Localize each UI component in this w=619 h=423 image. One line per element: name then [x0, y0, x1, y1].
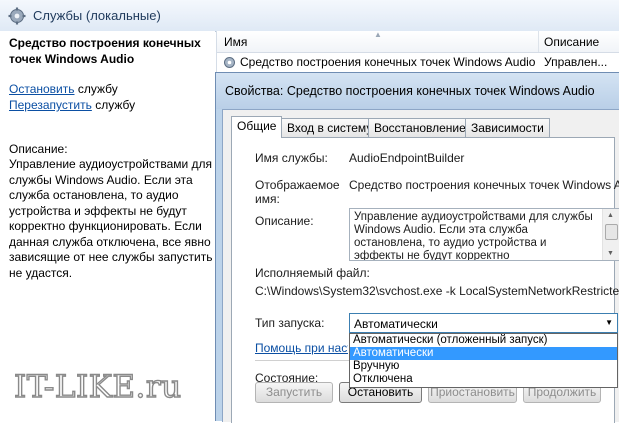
description-heading: Описание:	[9, 142, 68, 156]
description-box[interactable]: Управление аудиоустройствами для службы …	[349, 208, 619, 261]
stop-service-link[interactable]: Остановить	[9, 82, 75, 96]
column-separator[interactable]	[538, 31, 539, 52]
chevron-down-icon[interactable]: ▼	[605, 318, 613, 327]
gear-icon	[8, 7, 26, 25]
startup-help-link[interactable]: Помощь при настройке параметров запуска …	[255, 341, 348, 355]
services-title: Службы (локальные)	[33, 8, 161, 23]
dialog-titlebar[interactable]: Свойства: Средство построения конечных т…	[216, 73, 619, 109]
dialog-body: Общие Вход в систему Восстановление Зави…	[222, 109, 619, 423]
row-service-name: Средство построения конечных точек Windo…	[240, 55, 536, 69]
description-label: Описание:	[255, 214, 314, 228]
restart-service-action: Перезапустить службу	[9, 97, 135, 113]
executable-label: Исполняемый файл:	[255, 266, 370, 280]
restart-service-suffix: службу	[91, 98, 136, 112]
option-manual[interactable]: Вручную	[350, 360, 617, 373]
service-details-pane: Средство построения конечных точек Windo…	[0, 31, 215, 420]
tab-logon[interactable]: Вход в систему	[281, 118, 379, 137]
stop-service-action: Остановить службу	[9, 81, 118, 97]
row-service-description: Управлен...	[544, 55, 608, 69]
option-auto[interactable]: Автоматически	[350, 347, 617, 360]
sort-arrow-icon: ▲	[374, 30, 382, 39]
tab-recovery[interactable]: Восстановление	[368, 118, 472, 137]
site-watermark: IT-LIKE.ru	[13, 368, 182, 405]
column-header-description[interactable]: Описание	[544, 35, 599, 49]
restart-service-link[interactable]: Перезапустить	[9, 98, 92, 112]
scroll-down-icon[interactable]: ▼	[607, 250, 614, 257]
service-name-label: Имя службы:	[255, 151, 328, 165]
executable-path: C:\Windows\System32\svchost.exe -k Local…	[255, 284, 619, 298]
column-headers: ▲ Имя Описание	[217, 30, 619, 53]
selected-service-name: Средство построения конечных точек Windo…	[9, 36, 201, 66]
startup-type-value: Автоматически	[354, 317, 438, 331]
dialog-title: Свойства: Средство построения конечных т…	[225, 84, 595, 98]
description-scrollbar[interactable]: ▲ ▼	[602, 209, 619, 260]
scroll-up-icon[interactable]: ▲	[607, 212, 614, 219]
option-disabled[interactable]: Отключена	[350, 373, 617, 386]
startup-type-label: Тип запуска:	[255, 316, 325, 330]
table-row[interactable]: Средство построения конечных точек Windo…	[217, 53, 619, 72]
tab-dependencies[interactable]: Зависимости	[465, 118, 550, 137]
scroll-thumb[interactable]	[605, 224, 618, 240]
general-tab-panel: Имя службы: AudioEndpointBuilder Отображ…	[231, 137, 619, 423]
properties-dialog: Свойства: Средство построения конечных т…	[215, 72, 619, 423]
tab-general[interactable]: Общие	[231, 116, 283, 138]
description-box-text: Управление аудиоустройствами для службы …	[354, 211, 593, 261]
display-name-value: Средство построения конечных точек Windo…	[349, 178, 619, 192]
services-header: Службы (локальные)	[0, 0, 619, 32]
service-description-text: Управление аудиоустройствами для службы …	[9, 157, 213, 280]
column-header-name[interactable]: Имя	[224, 35, 247, 49]
display-name-label-1: Отображаемое	[255, 178, 340, 192]
service-gear-icon	[224, 57, 235, 68]
start-button[interactable]: Запустить	[255, 382, 333, 403]
option-auto-delayed[interactable]: Автоматически (отложенный запуск)	[350, 334, 617, 347]
display-name-label-2: имя:	[255, 192, 280, 206]
startup-type-select[interactable]: Автоматически ▼	[349, 313, 618, 333]
service-name-value: AudioEndpointBuilder	[349, 151, 465, 165]
stop-service-suffix: службу	[74, 82, 118, 96]
startup-type-dropdown: Автоматически (отложенный запуск) Автома…	[349, 333, 618, 388]
